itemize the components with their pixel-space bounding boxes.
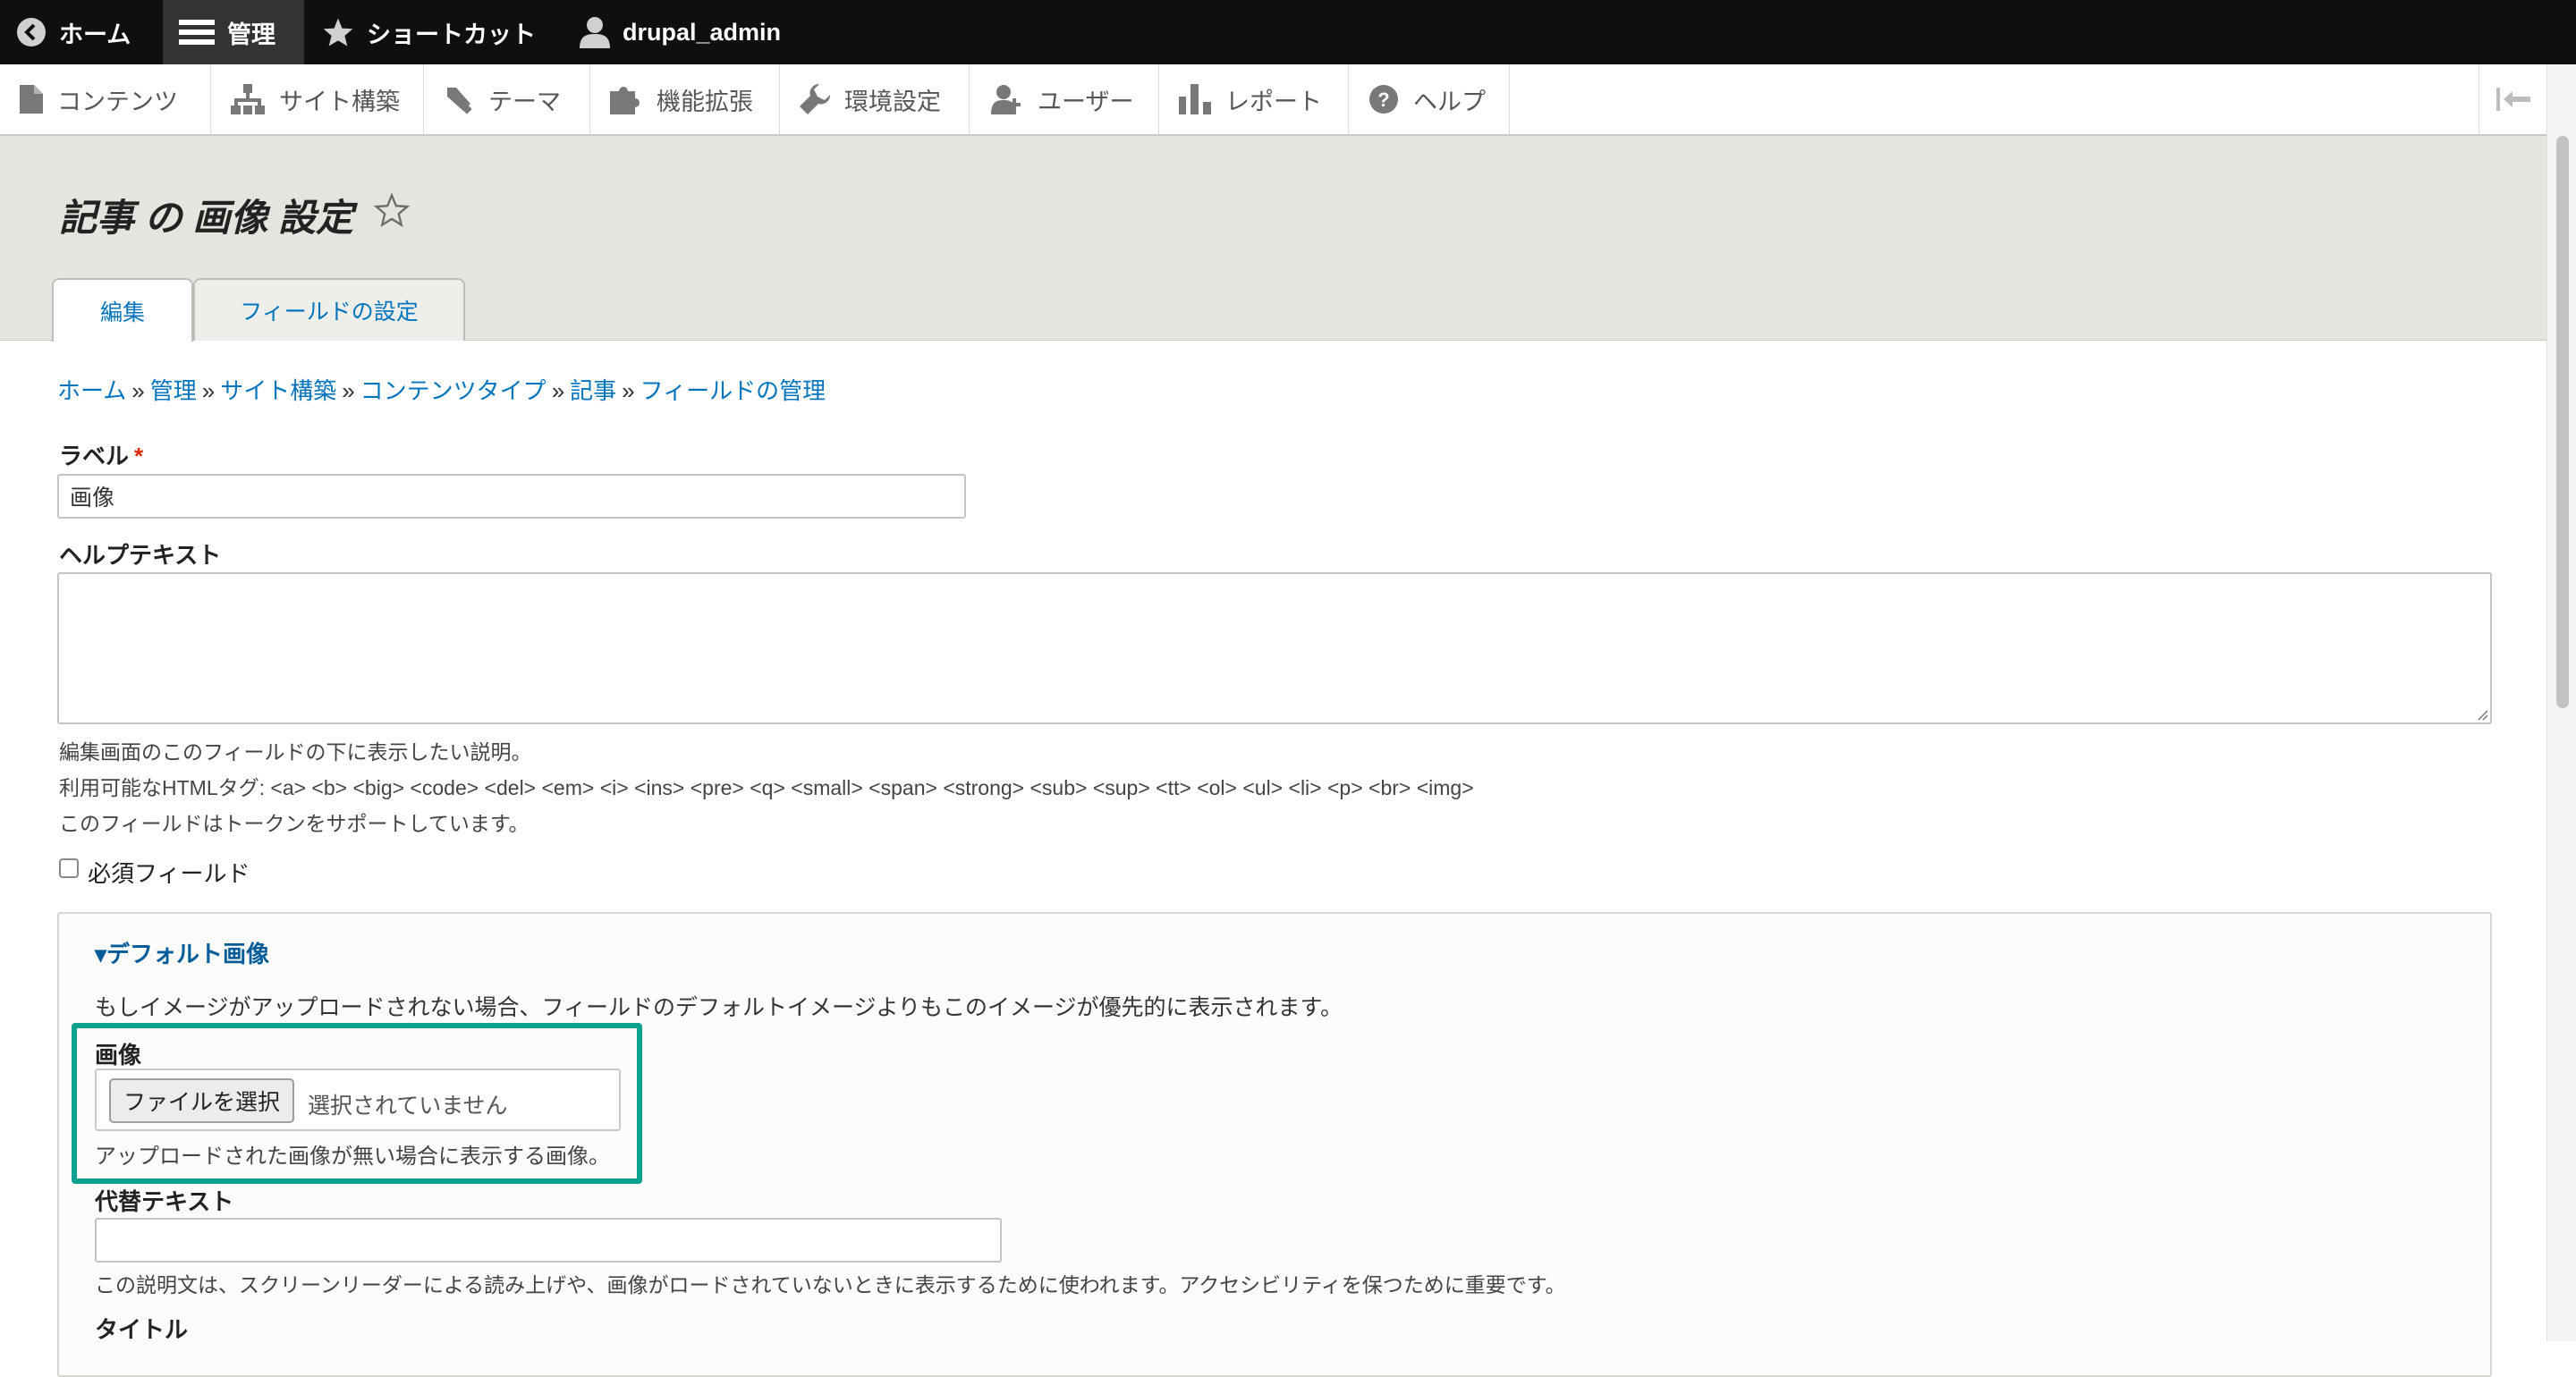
breadcrumb-structure[interactable]: サイト構築 (220, 377, 336, 404)
label-input[interactable]: 画像 (57, 474, 966, 519)
bar-chart-icon (1179, 84, 1211, 114)
shortcut-star-icon[interactable] (374, 193, 410, 227)
alt-text-description: この説明文は、スクリーンリーダーによる読み上げや、画像がロードされていないときに… (95, 1273, 1566, 1297)
image-upload-title: 画像 (95, 1042, 142, 1069)
breadcrumb-article[interactable]: 記事 (570, 377, 616, 404)
label-field-title: ラベル * (59, 438, 143, 471)
tray-item-configuration[interactable]: 環境設定 (780, 64, 970, 134)
breadcrumb-admin[interactable]: 管理 (150, 377, 197, 404)
tray-item-appearance[interactable]: テーマ (424, 64, 590, 134)
title-field-title: タイトル (95, 1316, 189, 1343)
tray-item-label: ユーザー (1038, 88, 1134, 115)
help-text-textarea[interactable] (57, 572, 2492, 724)
toolbar-manage-label: 管理 (227, 21, 275, 48)
tray-orientation-toggle[interactable] (2479, 64, 2547, 134)
tray-item-label: コンテンツ (57, 88, 178, 115)
breadcrumb-content-types[interactable]: コンテンツタイプ (360, 377, 547, 404)
file-upload-widget: ファイルを選択 選択されていません (95, 1069, 621, 1131)
toolbar-user-label: drupal_admin (623, 18, 782, 46)
tray-item-help[interactable]: ? ヘルプ (1349, 64, 1510, 134)
alt-text-title: 代替テキスト (95, 1188, 234, 1215)
choose-file-button[interactable]: ファイルを選択 (109, 1078, 295, 1123)
page-title: 記事 の 画像 設定 (59, 197, 354, 239)
help-text-description: 編集画面のこのフィールドの下に表示したい説明。 (59, 740, 532, 764)
default-image-summary[interactable]: ▾デフォルト画像 (95, 936, 269, 969)
tray-item-label: ヘルプ (1413, 88, 1486, 115)
breadcrumb: ホーム» 管理» サイト構築» コンテンツタイプ» 記事» フィールドの管理 (57, 373, 826, 406)
allowed-html-tags: 利用可能なHTMLタグ: <a> <b> <big> <code> <del> … (59, 776, 1474, 799)
user-icon (580, 17, 610, 48)
default-image-description: もしイメージがアップロードされない場合、フィールドのデフォルトイメージよりもこの… (95, 995, 1343, 1020)
tray-item-extend[interactable]: 機能拡張 (590, 64, 780, 134)
tray-item-content[interactable]: コンテンツ (0, 64, 211, 134)
paintbrush-icon (447, 88, 472, 114)
required-field-label[interactable]: 必須フィールド (88, 856, 250, 889)
toolbar-home-link[interactable]: ホーム (16, 0, 131, 64)
back-arrow-icon (17, 18, 46, 46)
toolbar-user-tab[interactable]: drupal_admin (580, 0, 781, 64)
tab-edit[interactable]: 編集 (52, 278, 193, 342)
label-field-title-text: ラベル (59, 443, 130, 469)
hamburger-menu-icon (179, 20, 215, 45)
tray-item-reports[interactable]: レポート (1159, 64, 1349, 134)
breadcrumb-manage-fields[interactable]: フィールドの管理 (640, 377, 826, 404)
required-marker: * (134, 443, 144, 469)
collapse-left-icon (2496, 88, 2530, 111)
breadcrumb-separator: » (201, 377, 216, 404)
document-icon (20, 85, 43, 114)
tray-item-label: 環境設定 (844, 88, 941, 115)
breadcrumb-home[interactable]: ホーム (57, 377, 126, 404)
sitemap-icon (231, 84, 265, 114)
people-icon (991, 85, 1021, 114)
resize-grip-icon[interactable] (2474, 706, 2488, 721)
svg-text:?: ? (1377, 89, 1389, 111)
scrollbar-thumb[interactable] (2556, 136, 2569, 708)
admin-toolbar: ホーム 管理 ショートカット drupal_admin (0, 0, 2576, 64)
tab-field-settings[interactable]: フィールドの設定 (193, 278, 465, 341)
admin-tray: コンテンツ サイト構築 テーマ 機能拡張 環境設定 ユーザー レポート ? ヘル… (0, 64, 2547, 136)
breadcrumb-separator: » (342, 377, 355, 404)
puzzle-icon (610, 87, 640, 114)
tray-item-label: テーマ (488, 88, 561, 115)
required-field-checkbox[interactable] (59, 858, 79, 878)
wrench-icon (800, 84, 830, 114)
help-text-title: ヘルプテキスト (59, 542, 222, 569)
token-support-note: このフィールドはトークンをサポートしています。 (59, 812, 530, 835)
toolbar-manage-tab[interactable]: 管理 (163, 0, 304, 64)
question-circle-icon: ? (1369, 85, 1398, 114)
tray-item-label: 機能拡張 (657, 88, 753, 115)
toolbar-shortcuts-label: ショートカット (367, 21, 536, 48)
file-status-text: 選択されていません (308, 1094, 508, 1119)
toolbar-home-label: ホーム (59, 21, 131, 48)
star-icon (323, 18, 353, 46)
breadcrumb-separator: » (551, 377, 565, 404)
toolbar-shortcuts-tab[interactable]: ショートカット (322, 0, 536, 64)
image-upload-description: アップロードされた画像が無い場合に表示する画像。 (95, 1145, 610, 1169)
breadcrumb-separator: » (622, 377, 635, 404)
tray-item-structure[interactable]: サイト構築 (211, 64, 424, 134)
page-scrollbar[interactable] (2546, 64, 2576, 1341)
tray-item-label: レポート (1225, 88, 1322, 115)
alt-text-input[interactable] (95, 1218, 1002, 1263)
tray-item-label: サイト構築 (279, 88, 400, 115)
breadcrumb-separator: » (131, 377, 145, 404)
tray-item-people[interactable]: ユーザー (970, 64, 1159, 134)
